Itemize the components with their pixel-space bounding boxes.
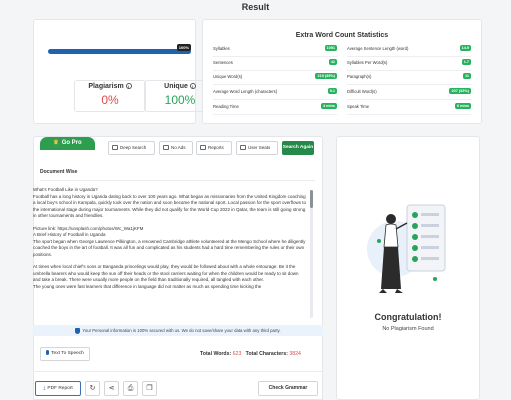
totals-summary: Total Words: 623 Total Characters: 3824 — [200, 351, 301, 357]
stat-label: Speak Time — [347, 104, 370, 109]
stat-value: 1051 — [324, 45, 337, 51]
stat-label: Average Word Length (characters) — [213, 89, 278, 94]
document-icon — [200, 145, 206, 151]
plagiarism-progress-fill — [48, 49, 191, 54]
total-words-label: Total Words: — [200, 351, 232, 357]
search-icon — [112, 145, 118, 151]
stat-row: Sentences 42 — [213, 58, 337, 71]
document-wise-heading: Document Wise — [40, 169, 78, 175]
document-scrollbar[interactable] — [310, 190, 313, 318]
word-count-stats-card: Extra Word Count Statistics Syllables 105… — [202, 19, 482, 124]
plagiarism-label: Plagiarism — [88, 83, 124, 90]
go-pro-label: Go Pro — [61, 140, 82, 146]
stat-label: Difficult Word(s) — [347, 89, 377, 94]
check-grammar-button[interactable]: Check Grammar — [258, 381, 318, 396]
result-title: Result — [241, 2, 270, 12]
stat-row: Speak Time 6 mins — [347, 102, 471, 115]
doc-paragraph: The sport began when George Lawrence Pil… — [33, 238, 306, 257]
shield-icon — [75, 327, 81, 334]
download-icon: ⤓ — [43, 386, 46, 391]
refresh-icon[interactable]: ↻ — [85, 381, 100, 396]
plagiarism-summary-card: 100% Plagiarism i 0% Unique i 100% — [33, 19, 216, 124]
ads-icon — [163, 145, 169, 151]
stat-row: Difficult Word(s) 207 (33%) — [347, 87, 471, 100]
stats-title: Extra Word Count Statistics — [295, 32, 389, 39]
no-ads-label: No Ads — [171, 145, 186, 150]
stat-value: 5.1 — [327, 88, 337, 94]
no-plagiarism-message: No Plagiarism Found — [382, 326, 434, 332]
stat-row: Reading Time 4 mins — [213, 102, 337, 115]
doc-paragraph: At times when local chief's sons or Bang… — [33, 264, 299, 282]
stat-value: 14.9 — [459, 45, 471, 51]
pdf-report-label: PDF Report — [47, 386, 73, 391]
plagiarism-metric: Plagiarism i 0% — [74, 80, 146, 112]
privacy-text: Your Personal information is 100% secure… — [82, 328, 281, 333]
deep-search-label: Deep Search — [120, 145, 147, 150]
doc-paragraph: Football has a long history in Uganda da… — [33, 193, 307, 219]
stat-label: Syllables Per Word(s) — [347, 60, 388, 65]
divider — [40, 180, 315, 181]
user-seats-button[interactable]: User Seats — [236, 141, 278, 155]
stat-value: 42 — [328, 59, 337, 65]
congratulation-title: Congratulation! — [374, 312, 442, 322]
go-pro-tab[interactable]: ♛ Go Pro — [40, 137, 95, 150]
crown-icon: ♛ — [53, 140, 59, 146]
stat-row: Average Word Length (characters) 5.1 — [213, 87, 337, 100]
plagiarism-value: 0% — [101, 93, 119, 107]
share-icon[interactable]: ⋖ — [104, 381, 119, 396]
unique-label: Unique — [164, 83, 188, 90]
progress-percent-label: 100% — [176, 44, 191, 51]
reports-button[interactable]: Reports — [196, 141, 232, 155]
deep-search-button[interactable]: Deep Search — [108, 141, 155, 155]
no-ads-button[interactable]: No Ads — [159, 141, 193, 155]
text-to-speech-button[interactable]: Text To Speech — [40, 347, 90, 361]
pdf-report-button[interactable]: ⤓ PDF Report — [35, 381, 81, 396]
stat-value: 1.7 — [461, 59, 471, 65]
info-icon[interactable]: i — [189, 83, 196, 90]
stat-label: Sentences — [213, 60, 233, 65]
text-to-speech-label: Text To Speech — [51, 351, 84, 356]
stat-row: Paragraph(s) 11 — [347, 72, 471, 85]
stat-label: Unique Word(s) — [213, 74, 243, 79]
search-again-button[interactable]: Search Again — [282, 141, 314, 155]
woman-with-checklist-illustration — [367, 204, 446, 293]
document-text-area[interactable]: What's Football Like in Uganda? Football… — [33, 187, 307, 323]
privacy-notice: Your Personal information is 100% secure… — [33, 325, 323, 336]
print-icon[interactable]: ⎙ — [123, 381, 138, 396]
doc-paragraph: The young ones were fast learners that d… — [33, 283, 262, 289]
stat-label: Paragraph(s) — [347, 74, 372, 79]
stat-value: 4 mins — [320, 103, 337, 109]
microphone-icon — [46, 350, 50, 356]
stat-value: 6 mins — [454, 103, 471, 109]
stat-row: Average Sentence Length (word) 14.9 — [347, 44, 471, 57]
stat-value: 11 — [462, 73, 471, 79]
stat-value: 207 (33%) — [449, 88, 471, 94]
stat-label: Syllables — [213, 46, 230, 51]
divider — [33, 371, 323, 372]
total-characters-label: Total Characters: — [245, 351, 288, 357]
info-icon[interactable]: i — [125, 83, 132, 90]
total-characters-value: 3824 — [289, 351, 301, 357]
reports-label: Reports — [208, 145, 224, 150]
stat-value: 215 (35%) — [315, 73, 337, 79]
stat-label: Reading Time — [213, 104, 239, 109]
scrollbar-thumb[interactable] — [310, 190, 313, 208]
total-words-value: 623 — [232, 351, 242, 357]
stat-label: Average Sentence Length (word) — [347, 46, 409, 51]
stat-row: Syllables Per Word(s) 1.7 — [347, 58, 471, 71]
stat-row: Syllables 1051 — [213, 44, 337, 57]
plagiarism-progress-bar — [48, 49, 191, 54]
copy-icon[interactable]: ❐ — [142, 381, 157, 396]
users-icon — [240, 145, 246, 151]
stat-row: Unique Word(s) 215 (35%) — [213, 72, 337, 85]
user-seats-label: User Seats — [248, 145, 271, 150]
